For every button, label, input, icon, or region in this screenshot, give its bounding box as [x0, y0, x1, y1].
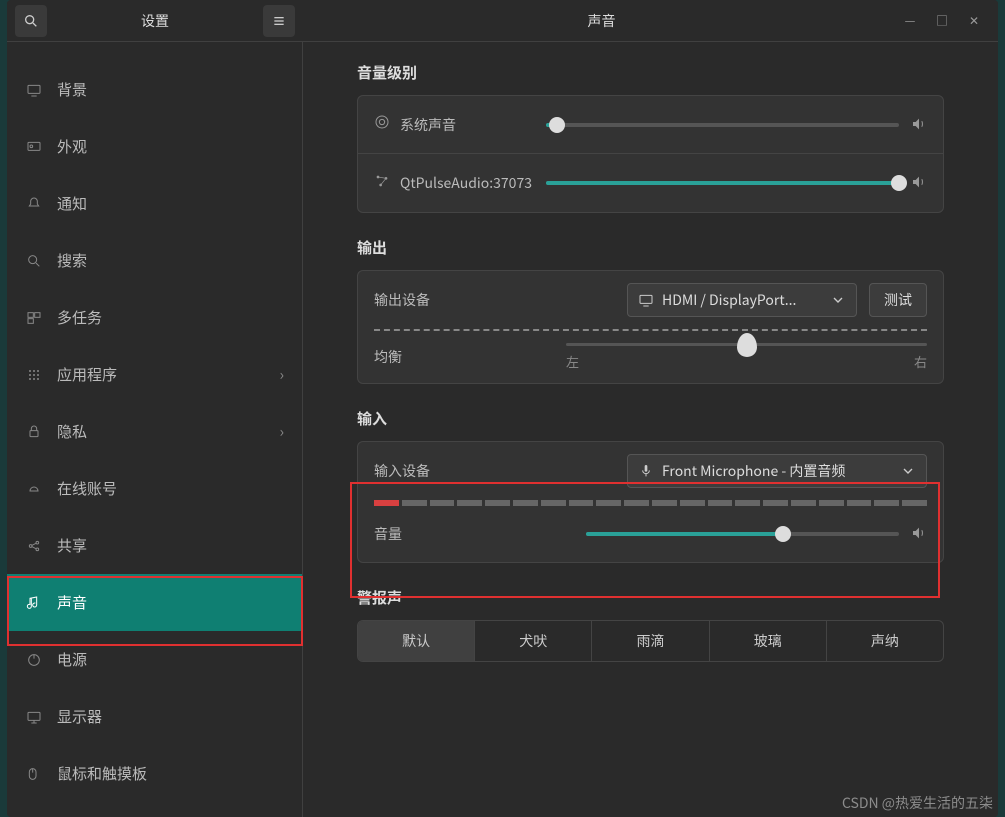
maximize-button[interactable]: □	[932, 11, 952, 31]
app-volume-slider[interactable]	[546, 181, 899, 185]
sidebar-item-5[interactable]: 多任务	[7, 289, 302, 346]
app-icon	[374, 173, 390, 194]
app-sound-label: QtPulseAudio:37073	[400, 173, 532, 193]
balance-label: 均衡	[374, 347, 554, 367]
alert-option-0[interactable]: 默认	[358, 621, 475, 661]
minimize-button[interactable]: —	[900, 11, 920, 31]
speaker-icon	[911, 113, 927, 137]
chevron-down-icon	[900, 463, 916, 479]
sidebar-item-label: 搜索	[57, 250, 87, 271]
sidebar-item-label: 应用程序	[57, 364, 117, 385]
alert-section-title: 警报声	[357, 587, 944, 608]
sidebar-item-label: 电源	[57, 649, 87, 670]
output-device-label: 输出设备	[374, 290, 430, 310]
system-sound-label: 系统声音	[400, 115, 456, 135]
sidebar-icon	[25, 423, 43, 441]
chevron-down-icon	[830, 292, 846, 308]
sidebar-icon	[25, 252, 43, 270]
sidebar-item-label: 声音	[57, 592, 87, 613]
menu-button[interactable]	[263, 5, 295, 37]
speaker-icon	[911, 171, 927, 195]
input-section-title: 输入	[357, 408, 944, 429]
sidebar-item-0[interactable]: 蓝牙	[7, 42, 302, 61]
sidebar-item-2[interactable]: 外观	[7, 118, 302, 175]
system-sound-icon	[374, 114, 390, 135]
speaker-icon	[911, 522, 927, 546]
sidebar-icon	[25, 765, 43, 783]
watermark: CSDN @热爱生活的五柒	[842, 793, 993, 813]
sidebar-item-12[interactable]: 显示器	[7, 688, 302, 745]
sidebar-icon	[25, 537, 43, 555]
settings-title: 设置	[47, 11, 263, 31]
input-device-label: 输入设备	[374, 461, 430, 481]
sidebar-icon	[25, 651, 43, 669]
sidebar-item-13[interactable]: 鼠标和触摸板	[7, 745, 302, 802]
sidebar-item-1[interactable]: 背景	[7, 61, 302, 118]
sidebar-item-9[interactable]: 共享	[7, 517, 302, 574]
test-button[interactable]: 测试	[869, 283, 927, 317]
volume-section-title: 音量级别	[357, 62, 944, 83]
sidebar-item-label: 多任务	[57, 307, 102, 328]
sidebar-item-8[interactable]: 在线账号	[7, 460, 302, 517]
sidebar-item-label: 蓝牙	[57, 42, 87, 43]
sidebar-icon	[25, 366, 43, 384]
sidebar-item-11[interactable]: 电源	[7, 631, 302, 688]
balance-slider[interactable]: 左 右	[566, 343, 927, 371]
alert-option-4[interactable]: 声纳	[827, 621, 943, 661]
input-volume-label: 音量	[374, 524, 574, 544]
chevron-right-icon: ›	[279, 421, 284, 442]
system-volume-slider[interactable]	[546, 123, 899, 127]
sidebar-item-label: 通知	[57, 193, 87, 214]
sidebar-item-10[interactable]: 声音	[7, 574, 302, 631]
sidebar-item-6[interactable]: 应用程序 ›	[7, 346, 302, 403]
chevron-right-icon: ›	[279, 364, 284, 385]
page-title: 声音	[303, 11, 900, 31]
microphone-icon	[638, 463, 654, 479]
input-device-dropdown[interactable]: Front Microphone - 内置音频	[627, 454, 927, 488]
close-button[interactable]: ✕	[964, 11, 984, 31]
sidebar-icon	[25, 309, 43, 327]
search-button[interactable]	[15, 5, 47, 37]
sidebar-item-label: 背景	[57, 79, 87, 100]
balance-right-label: 右	[914, 352, 927, 371]
sidebar-item-3[interactable]: 通知	[7, 175, 302, 232]
sidebar-item-label: 隐私	[57, 421, 87, 442]
sidebar-item-label: 在线账号	[57, 478, 117, 499]
sidebar-item-4[interactable]: 搜索	[7, 232, 302, 289]
sidebar-item-label: 共享	[57, 535, 87, 556]
sidebar-icon	[25, 195, 43, 213]
sidebar-item-label: 显示器	[57, 706, 102, 727]
sidebar-icon	[25, 81, 43, 99]
sidebar-item-label: 外观	[57, 136, 87, 157]
sidebar-icon	[25, 480, 43, 498]
input-volume-slider[interactable]	[586, 532, 899, 536]
monitor-icon	[638, 292, 654, 308]
alert-option-3[interactable]: 玻璃	[710, 621, 827, 661]
balance-left-label: 左	[566, 352, 579, 371]
sidebar-icon	[25, 594, 43, 612]
output-section-title: 输出	[357, 237, 944, 258]
sidebar-icon	[25, 138, 43, 156]
alert-option-1[interactable]: 犬吠	[475, 621, 592, 661]
output-device-dropdown[interactable]: HDMI / DisplayPort...	[627, 283, 857, 317]
sidebar-item-7[interactable]: 隐私 ›	[7, 403, 302, 460]
sidebar-icon	[25, 708, 43, 726]
alert-option-2[interactable]: 雨滴	[592, 621, 709, 661]
sidebar-item-label: 鼠标和触摸板	[57, 763, 147, 784]
